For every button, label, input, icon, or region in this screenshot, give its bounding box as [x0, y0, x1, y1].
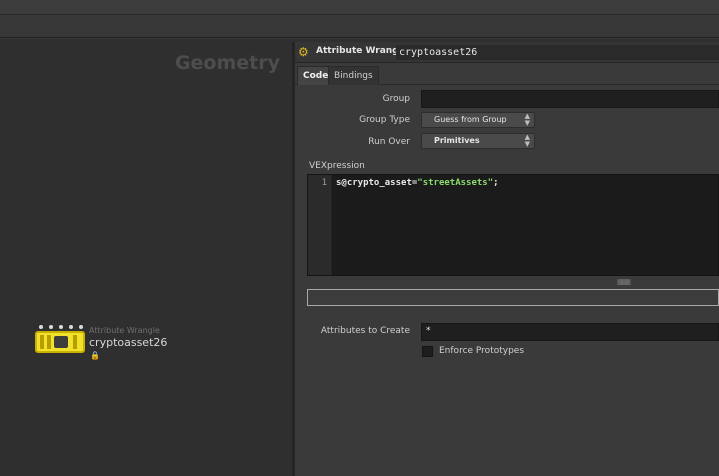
group-type-label: Group Type [359, 115, 410, 125]
line-number-gutter: 1 [308, 175, 332, 275]
attributes-to-create-field[interactable]: * [421, 323, 719, 341]
group-label: Group [382, 94, 410, 104]
node-name-label: cryptoasset26 [89, 336, 168, 349]
network-editor[interactable]: Geometry Attribute Wrangle cryptoasset26… [0, 42, 292, 476]
run-over-menu[interactable]: Primitives ▲ ▼ [421, 133, 535, 149]
enforce-prototypes-checkbox[interactable] [422, 346, 433, 357]
tab-bindings[interactable]: Bindings [328, 66, 379, 85]
parameter-tabs: Code Bindings [295, 66, 719, 85]
line-number: 1 [321, 178, 327, 188]
group-type-value: Guess from Group [434, 115, 507, 124]
updown-arrows-icon: ▲ ▼ [524, 133, 530, 148]
run-over-value: Primitives [434, 136, 480, 145]
parameter-header: ⚙ Attribute Wrangle cryptoasset26 [295, 42, 719, 63]
resize-grip-icon[interactable]: ▦▦ [617, 277, 631, 286]
group-type-menu[interactable]: Guess from Group ▲ ▼ [421, 112, 535, 128]
code-attribute: s@crypto_asset [336, 178, 412, 188]
wrangle-node-icon [54, 336, 68, 348]
wrangle-icon: ⚙ [298, 45, 309, 59]
code-semicolon: ; [493, 178, 499, 188]
code-string: "streetAssets" [417, 178, 494, 188]
node-name-field[interactable]: cryptoasset26 [396, 45, 719, 60]
updown-arrows-icon: ▲ ▼ [524, 112, 530, 127]
node-type-title: Attribute Wrangle [316, 46, 408, 56]
vexpression-label: VEXpression [309, 161, 365, 171]
attributes-to-create-label: Attributes to Create [320, 326, 410, 336]
enforce-prototypes-label: Enforce Prototypes [439, 346, 525, 356]
code-line[interactable]: s@crypto_asset="streetAssets"; [336, 178, 499, 188]
vex-code-editor[interactable]: 1 s@crypto_asset="streetAssets"; [307, 174, 719, 276]
editor-message-bar [307, 289, 719, 306]
attribute-wrangle-node[interactable]: Attribute Wrangle cryptoasset26 🔒 [33, 325, 213, 361]
lock-icon: 🔒 [90, 351, 100, 360]
network-context-title: Geometry [174, 52, 280, 74]
node-body[interactable] [35, 331, 85, 353]
top-menu-bar [0, 0, 719, 15]
parameter-editor: ⚙ Attribute Wrangle cryptoasset26 Code B… [295, 42, 719, 476]
toolbar [0, 16, 719, 38]
run-over-label: Run Over [368, 137, 410, 147]
node-type-label: Attribute Wrangle [89, 326, 160, 335]
group-field[interactable] [421, 90, 719, 108]
